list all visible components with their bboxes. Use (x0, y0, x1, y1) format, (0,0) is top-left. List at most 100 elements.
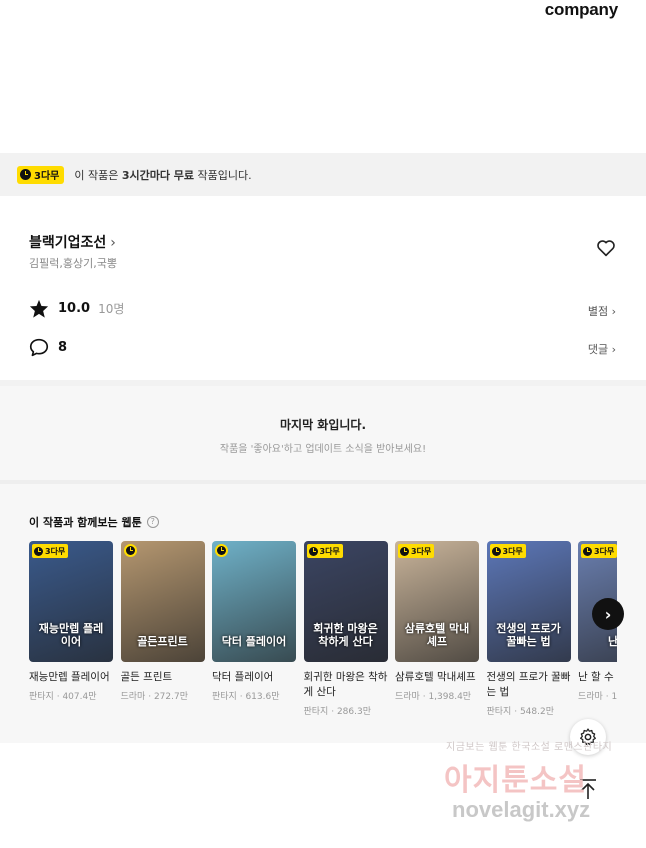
notice-prefix: 이 작품은 (74, 168, 122, 182)
chevron-right-icon: › (611, 305, 616, 318)
rating-link-label: 별점 (587, 305, 609, 318)
notice-suffix: 작품입니다. (194, 168, 252, 182)
recommendation-carousel: 3다무 재능만렙 플레이어 재능만렙 플레이어 판타지 · 407.4만 골든프린트 골든… (29, 541, 617, 721)
card-thumbnail[interactable]: 3다무삼류호텔 막내셰프 (395, 541, 479, 662)
recommendation-card[interactable]: 3다무 회귀한 마왕은 착하게 산다 회귀한 마왕은 착하게 산다 판타지 · 286… (303, 541, 388, 717)
notice-bold: 3시간마다 무료 (121, 168, 195, 182)
clock-icon (308, 546, 318, 556)
watermark-line2: 아지툰소설 (444, 764, 587, 797)
comment-count: 8 (58, 340, 68, 355)
clock-icon (34, 546, 43, 556)
3daemoo-badge: 3다무 (17, 165, 65, 184)
watermark-line1: 지금보는 웹툰 한국소설 로맨스판타지 (446, 742, 613, 753)
heart-icon[interactable] (596, 239, 616, 257)
card-views: 1,398.4만 (428, 692, 472, 702)
clock-icon (583, 546, 592, 556)
cover-title: 전생의 프로가 꿀빠는 법 (496, 622, 561, 648)
badge-label: 3다무 (45, 546, 66, 556)
comment-link-label: 댓글 (587, 343, 609, 356)
card-genre: 드라마 (395, 692, 420, 702)
card-title[interactable]: 전생의 프로가 꿀빠는 법 (487, 670, 571, 700)
card-thumbnail[interactable]: 골든프린트 (120, 541, 205, 662)
badge-label: 3다무 (319, 546, 340, 556)
card-title[interactable]: 골든 프린트 (121, 670, 205, 685)
3daemoo-badge: 3다무 (32, 544, 69, 558)
clock-icon (20, 169, 31, 180)
card-title[interactable]: 닥터 플레이어 (212, 670, 296, 685)
3daemoo-badge: 3다무 (489, 544, 526, 558)
chevron-right-icon: › (611, 343, 616, 356)
card-thumbnail[interactable]: 닥터 플레이어 (212, 541, 296, 662)
comment-row: 8 (29, 338, 67, 357)
cover-title: 회귀한 마왕은 착하게 산다 (313, 622, 378, 648)
card-meta: 판타지 · 407.4만 (29, 689, 113, 702)
card-thumbnail[interactable]: 3다무 재능만렙 플레이어 (29, 541, 113, 662)
badge-label: 3다무 (594, 546, 615, 556)
last-episode-notice: 마지막 화입니다. 작품을 '좋아요'하고 업데이트 소식을 받아보세요! (0, 386, 646, 480)
last-episode-heading: 마지막 화입니다. (279, 418, 367, 432)
card-meta: 드라마 · 1,398.4만 (395, 689, 479, 702)
watermark-url: novelagit.xyz (452, 797, 591, 822)
recommendation-card[interactable]: 3다무 삼류호텔 막내셰프 삼류호텔 막내셰프 드라마 · 1,398.4만 (395, 541, 479, 702)
clock-icon (123, 544, 137, 557)
3daemoo-badge: 3다무 (581, 544, 617, 558)
comment-icon (29, 338, 49, 357)
card-views: 1 (611, 692, 617, 702)
card-title[interactable]: 삼류호텔 막내셰프 (395, 670, 479, 685)
card-genre: 드라마 (578, 692, 603, 702)
comment-link[interactable]: 댓글 › (588, 341, 616, 357)
card-meta: 드라마 · 1 (578, 689, 617, 702)
card-views: 407.4만 (62, 692, 97, 702)
rating-link[interactable]: 별점 › (588, 303, 616, 319)
work-title-link[interactable]: 블랙기업조선 › (29, 232, 116, 252)
card-genre: 판타지 (212, 692, 237, 702)
recommendation-card[interactable]: 3다무 전생의 프로가 꿀빠는 법 전생의 프로가 꿀빠는 법 판타지 · 548.2… (486, 541, 571, 717)
card-title[interactable]: 재능만렙 플레이어 (29, 670, 113, 685)
free-notice-text: 이 작품은 3시간마다 무료 작품입니다. (74, 167, 251, 183)
card-meta: 판타지 · 548.2만 (487, 704, 571, 717)
recommendation-section: 이 작품과 함께보는 웹툰 ? 3다무 재능만렙 플레이어재능만렙 플레이어판타지… (0, 484, 646, 743)
card-meta: 판타지 · 286.3만 (304, 704, 388, 717)
meta-separator: · (511, 707, 520, 717)
card-genre: 판타지 (486, 707, 512, 717)
clock-icon (491, 546, 501, 556)
card-thumbnail[interactable]: 3다무전생의 프로가 꿀빠는 법 (486, 541, 571, 662)
cover-title: 난 할 (607, 635, 617, 648)
card-meta: 드라마 · 272.7만 (121, 689, 205, 702)
recommendation-title: 이 작품과 함께보는 웹툰 ? (29, 514, 159, 530)
meta-separator: · (145, 692, 154, 702)
card-views: 286.3만 (336, 707, 371, 717)
cover-title: 삼류호텔 막내셰프 (404, 622, 470, 648)
card-thumbnail[interactable]: 3다무회귀한 마왕은 착하게 산다 (303, 541, 388, 662)
card-views: 548.2만 (519, 707, 554, 717)
carousel-next-button[interactable]: › (592, 598, 624, 630)
star-icon (29, 299, 49, 318)
meta-separator: · (328, 707, 337, 717)
card-views: 613.6만 (245, 692, 280, 702)
work-info-section: 블랙기업조선 › 김필럭,홍상기,국뽕 10.0 10명 별점 › 8 댓글 › (0, 196, 646, 380)
card-views: 272.7만 (153, 692, 188, 702)
help-icon[interactable]: ? (146, 516, 159, 528)
chevron-right-icon: › (110, 235, 116, 251)
card-genre: 드라마 (120, 692, 146, 702)
recommendation-card[interactable]: 3다무 재능만렙 플레이어재능만렙 플레이어판타지 · 407.4만 (29, 541, 113, 702)
card-genre: 판타지 (303, 707, 329, 717)
rating-value: 10.0 (58, 301, 91, 316)
rating-row: 10.0 10명 (29, 299, 124, 318)
brand-logo: company (544, 0, 618, 19)
rating-count: 10명 (98, 302, 125, 316)
badge-label: 3다무 (34, 171, 60, 182)
badge-label: 3다무 (502, 546, 523, 556)
work-authors: 김필럭,홍상기,국뽕 (29, 257, 117, 270)
cover-title: 골든프린트 (137, 635, 188, 648)
3daemoo-badge: 3다무 (398, 544, 435, 558)
recommendation-card[interactable]: 닥터 플레이어 닥터 플레이어 판타지 · 613.6만 (212, 541, 296, 702)
clock-icon (400, 546, 409, 556)
work-title: 블랙기업조선 (29, 235, 107, 251)
card-title[interactable]: 난 할 수 (578, 670, 617, 685)
last-episode-subtext: 작품을 '좋아요'하고 업데이트 소식을 받아보세요! (219, 444, 427, 455)
recommendation-card[interactable]: 골든프린트골든 프린트드라마 · 272.7만 (120, 541, 205, 702)
card-meta: 판타지 · 613.6만 (212, 689, 296, 702)
3daemoo-badge: 3다무 (306, 544, 343, 558)
card-title[interactable]: 회귀한 마왕은 착하게 산다 (304, 670, 388, 700)
